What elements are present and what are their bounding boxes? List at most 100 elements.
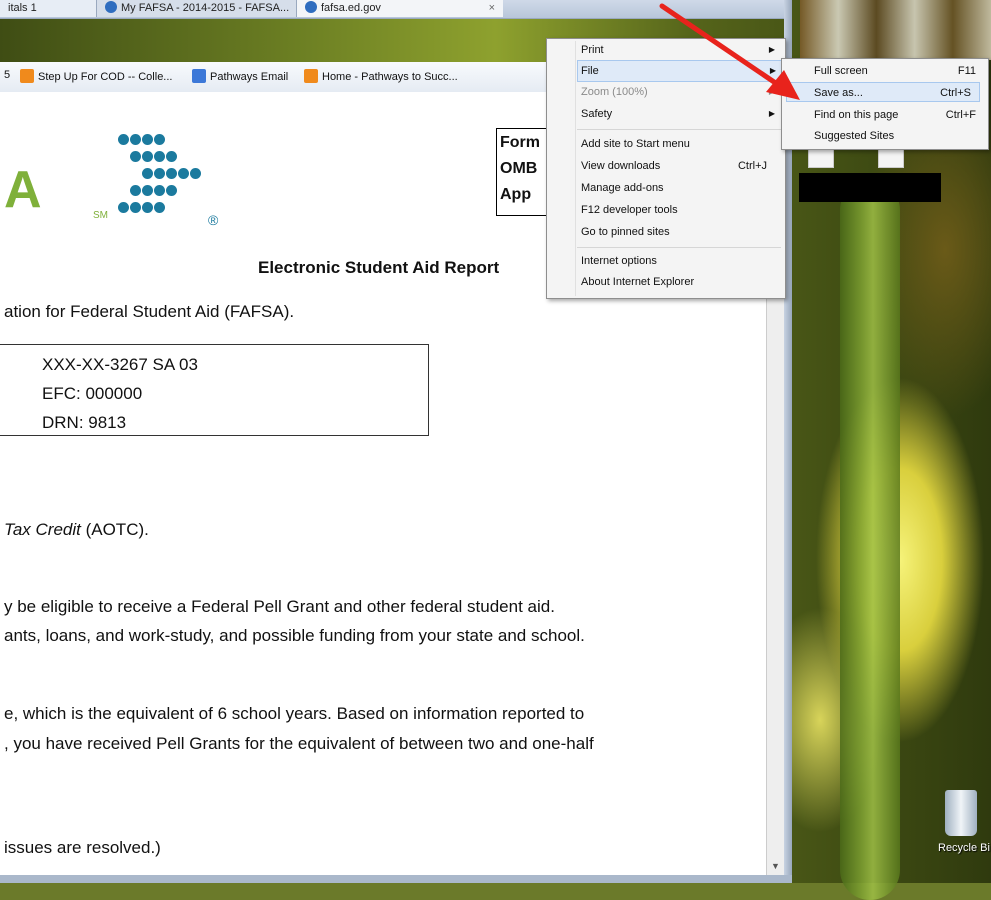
logo-dot	[142, 151, 153, 162]
menu-gutter	[575, 41, 576, 296]
tab-2[interactable]: My FAFSA - 2014-2015 - FAFSA...	[96, 0, 307, 17]
tile-icon	[20, 69, 34, 83]
menu-item-label: Zoom (100%)	[581, 86, 648, 98]
aotc-suffix: (AOTC).	[80, 520, 149, 539]
desktop-top-icons	[800, 0, 991, 60]
logo-dot	[130, 202, 141, 213]
favorite-item[interactable]: Pathways Email	[192, 69, 288, 83]
arrow-shaft	[659, 3, 783, 89]
logo-dot	[154, 202, 165, 213]
tab-3[interactable]: fafsa.ed.gov ×	[296, 0, 503, 17]
favorite-item[interactable]: 5	[4, 69, 10, 81]
menu-item-label: Save as...	[814, 87, 863, 99]
page-heading: Electronic Student Aid Report	[258, 258, 500, 277]
menu-item-label: File	[581, 65, 599, 77]
logo-dot	[118, 134, 129, 145]
logo-dot	[118, 202, 129, 213]
registered-mark: ®	[208, 212, 219, 228]
menu-shortcut: F11	[957, 65, 976, 77]
paragraph-line: , you have received Pell Grants for the …	[4, 734, 594, 753]
menu-item-label: Suggested Sites	[814, 130, 895, 142]
recycle-bin-label: Recycle Bi	[938, 842, 990, 854]
menu-item-label: Manage add-ons	[581, 182, 664, 194]
logo-dot	[154, 168, 165, 179]
menu-item-label: Go to pinned sites	[581, 226, 670, 238]
favorite-label: Pathways Email	[210, 71, 289, 83]
menu-shortcut: Ctrl+S	[940, 87, 971, 99]
tab-label: itals 1	[8, 2, 37, 14]
logo-dot	[166, 151, 177, 162]
menu-item-label: Safety	[581, 108, 613, 120]
favorite-label: Step Up For COD -- Colle...	[38, 71, 173, 83]
intro-line: ation for Federal Student Aid (FAFSA).	[4, 302, 295, 321]
desktop-wallpaper-stem	[840, 180, 900, 900]
paragraph-line: ants, loans, and work-study, and possibl…	[4, 626, 585, 645]
logo-dot	[190, 168, 201, 179]
scroll-down-icon[interactable]: ▼	[771, 861, 780, 871]
close-tab-icon[interactable]: ×	[489, 0, 495, 17]
globe-icon	[105, 1, 117, 13]
menu-item-developer-tools[interactable]: F12 developer tools	[581, 200, 781, 220]
menu-shortcut: Ctrl+F	[945, 109, 976, 121]
fafsa-logo-sm: SM	[93, 210, 108, 221]
menu-item-pinned-sites[interactable]: Go to pinned sites	[581, 222, 781, 242]
favorite-label: Home - Pathways to Succ...	[322, 71, 458, 83]
menu-item-label: Internet options	[581, 255, 657, 267]
logo-dot	[142, 202, 153, 213]
google-icon	[192, 69, 206, 83]
paragraph-line: issues are resolved.)	[4, 838, 161, 857]
paragraph-line: y be eligible to receive a Federal Pell …	[4, 597, 555, 616]
menu-separator	[577, 247, 781, 248]
recycle-bin[interactable]: Recycle Bi	[938, 790, 991, 870]
globe-icon	[305, 1, 317, 13]
favorite-label: 5	[4, 69, 11, 81]
menu-item-manage-addons[interactable]: Manage add-ons	[581, 178, 781, 198]
tab-label: fafsa.ed.gov	[321, 2, 381, 14]
favorite-item[interactable]: Home - Pathways to Succ...	[304, 69, 458, 83]
red-arrow-annotation	[659, 3, 800, 100]
logo-dot	[142, 185, 153, 196]
menu-item-internet-options[interactable]: Internet options	[581, 251, 781, 271]
window-frame-bottom	[0, 875, 792, 883]
menu-item-label: F12 developer tools	[581, 204, 678, 216]
redacted-label	[799, 173, 941, 202]
menu-item-label: Print	[581, 44, 604, 56]
menu-item-label: Find on this page	[814, 109, 899, 121]
aotc-italic: Tax Credit	[4, 520, 81, 539]
efc-line: EFC: 000000	[42, 384, 143, 403]
tab-1[interactable]: itals 1	[0, 0, 104, 17]
omb-line: OMB	[500, 160, 538, 177]
menu-item-find-on-page[interactable]: Find on this page Ctrl+F	[814, 105, 984, 125]
fafsa-logo-letter: A	[4, 161, 42, 219]
menu-item-label: Full screen	[814, 65, 868, 77]
logo-dot	[142, 168, 153, 179]
menu-item-label: View downloads	[581, 160, 661, 172]
menu-item-suggested-sites[interactable]: Suggested Sites	[814, 126, 984, 146]
omb-line: Form	[500, 134, 540, 151]
menu-item-full-screen[interactable]: Full screen F11	[814, 61, 984, 81]
drn-line: DRN: 9813	[42, 413, 127, 432]
menu-item-label: Add site to Start menu	[581, 138, 690, 150]
recycle-bin-icon	[945, 790, 977, 836]
aotc-line: Tax Credit (AOTC).	[4, 520, 149, 540]
menu-item-label: About Internet Explorer	[581, 276, 695, 288]
tile-icon	[304, 69, 318, 83]
omb-line: App	[500, 186, 532, 203]
menu-item-view-downloads[interactable]: View downloads Ctrl+J	[581, 156, 781, 176]
tab-label: My FAFSA - 2014-2015 - FAFSA...	[121, 2, 290, 14]
logo-dot	[154, 151, 165, 162]
logo-dot	[154, 185, 165, 196]
menu-item-about-ie[interactable]: About Internet Explorer	[581, 272, 781, 292]
menu-item-add-site[interactable]: Add site to Start menu	[581, 134, 781, 154]
paragraph-line: e, which is the equivalent of 6 school y…	[4, 704, 585, 723]
arrow-head	[766, 70, 800, 100]
menu-separator	[577, 129, 781, 130]
ssn-line: XXX-XX-3267 SA 03	[42, 355, 198, 374]
logo-dot	[142, 134, 153, 145]
logo-dot	[178, 168, 189, 179]
logo-dot	[154, 134, 165, 145]
logo-dot	[130, 185, 141, 196]
favorite-item[interactable]: Step Up For COD -- Colle...	[20, 69, 172, 83]
menu-shortcut: Ctrl+J	[737, 160, 767, 172]
logo-dot	[130, 134, 141, 145]
